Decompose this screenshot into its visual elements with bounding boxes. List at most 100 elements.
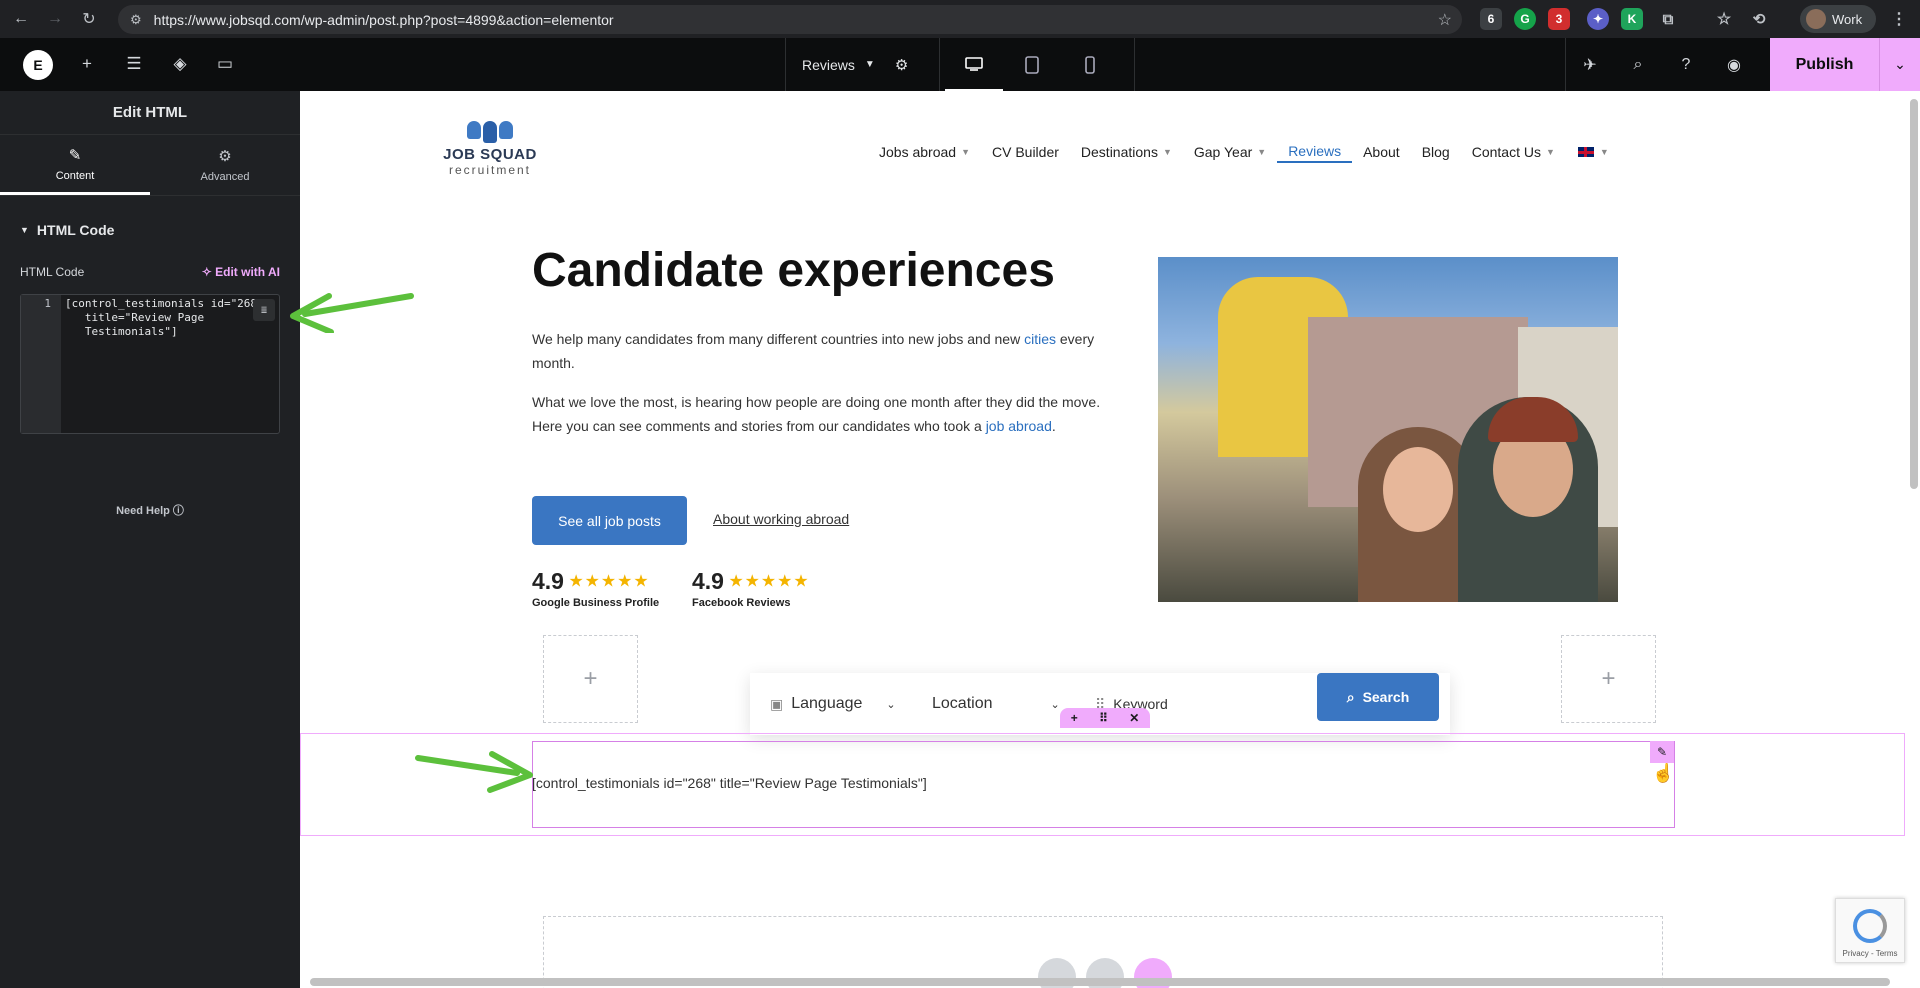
browser-menu-icon[interactable]: ⋮ (1888, 8, 1910, 30)
menu-item-reviews[interactable]: Reviews (1277, 141, 1353, 163)
editor-panel: Edit HTML ✎ Content ⚙ Advanced ▼ HTML Co… (0, 91, 300, 988)
edit-ai-label: Edit with AI (215, 265, 280, 279)
desktop-icon[interactable] (945, 38, 1003, 91)
elementor-logo-icon[interactable]: E (23, 50, 53, 80)
menu-label: Contact Us (1471, 144, 1541, 160)
add-element-icon[interactable]: + (75, 52, 99, 76)
mobile-icon[interactable] (1061, 38, 1119, 91)
star-rating-icon: ★★★★★ (728, 571, 810, 591)
tab-advanced-label: Advanced (200, 171, 250, 183)
page-selector[interactable]: Reviews ▼ ⚙ (785, 38, 940, 91)
notes-chat-icon[interactable]: ▭ (213, 52, 237, 76)
chevron-down-icon: ⌄ (886, 698, 896, 711)
location-select[interactable]: Location ⌄ (910, 673, 1085, 735)
preview-eye-icon[interactable]: ◉ (1710, 38, 1758, 91)
section-toggle[interactable]: ▼ HTML Code (20, 222, 300, 238)
logo-people-icon (440, 121, 540, 143)
recaptcha-text: Privacy - Terms (1842, 949, 1898, 958)
search-button-label: Search (1362, 689, 1410, 705)
grammarly-icon[interactable]: G (1514, 8, 1536, 30)
edit-widget-pencil-icon[interactable]: ✎ (1650, 741, 1674, 763)
menu-label: About (1363, 144, 1400, 160)
search-button[interactable]: ⌕ Search (1317, 673, 1439, 721)
reload-icon[interactable]: ↻ (76, 6, 102, 32)
extensions-puzzle-icon[interactable]: ⧉ (1657, 8, 1679, 30)
tablet-icon[interactable] (1003, 38, 1061, 91)
vertical-scrollbar[interactable] (1910, 99, 1918, 489)
editor-topbar: E + ☰ ◈ ▭ Reviews ▼ ⚙ ✈ ⌕ ? ◉ Publish ⌄ (0, 38, 1920, 91)
add-element-placeholder[interactable]: + (1561, 635, 1656, 723)
whats-new-rocket-icon[interactable]: ✈ (1566, 38, 1614, 91)
address-bar[interactable]: ⚙ https://www.jobsqd.com/wp-admin/post.p… (118, 5, 1462, 34)
profile-chip[interactable]: Work (1800, 5, 1876, 33)
site-settings-sliders-icon[interactable]: ☰ (122, 52, 146, 76)
logo-line2: recruitment (448, 163, 532, 177)
drag-handle-icon[interactable]: ⠿ (1099, 711, 1108, 725)
tab-content-label: Content (55, 169, 95, 182)
delete-section-icon[interactable]: ✕ (1129, 711, 1139, 725)
page-settings-gear-icon[interactable]: ⚙ (895, 56, 908, 74)
menu-label: CV Builder (991, 144, 1059, 160)
profile-label: Work (1832, 11, 1863, 27)
search-icon[interactable]: ⌕ (1614, 38, 1662, 91)
menu-item-blog[interactable]: Blog (1411, 141, 1461, 163)
facebook-rating: 4.9 ★★★★★ Facebook Reviews (692, 568, 810, 609)
mouse-cursor-icon: ☝ (1652, 763, 1675, 783)
caret-down-icon: ▼ (1257, 147, 1267, 157)
job-abroad-link[interactable]: job abroad (986, 418, 1052, 434)
section-handle[interactable]: + ⠿ ✕ (1060, 708, 1150, 728)
cities-link[interactable]: cities (1024, 331, 1056, 347)
add-element-placeholder[interactable]: + (543, 635, 638, 723)
menu-item-jobs-abroad[interactable]: Jobs abroad ▼ (868, 141, 981, 163)
add-section-icon[interactable]: + (1071, 711, 1078, 725)
extension-gear-icon[interactable]: ✦ (1587, 8, 1609, 30)
publish-options-chevron-icon[interactable]: ⌄ (1880, 38, 1920, 91)
publish-button[interactable]: Publish (1770, 38, 1880, 91)
about-working-abroad-link[interactable]: About working abroad (713, 511, 849, 527)
menu-item-gap-year[interactable]: Gap Year ▼ (1183, 141, 1277, 163)
caret-down-icon: ▼ (1545, 147, 1555, 157)
structure-layers-icon[interactable]: ◈ (168, 52, 192, 76)
menu-item-about[interactable]: About (1352, 141, 1411, 163)
intro-paragraph: We help many candidates from many differ… (532, 327, 1112, 375)
see-all-jobs-button[interactable]: See all job posts (532, 496, 687, 545)
rating-score: 4.9 (532, 568, 564, 594)
need-help-link[interactable]: Need Help ⓘ (0, 502, 300, 518)
help-icon[interactable]: ? (1662, 38, 1710, 91)
history-icon[interactable]: ⟲ (1748, 8, 1770, 30)
avatar (1806, 9, 1826, 29)
tab-advanced[interactable]: ⚙ Advanced (150, 135, 300, 195)
site-settings-icon[interactable]: ⚙ (130, 12, 142, 28)
bookmarks-icon[interactable]: ☆ (1713, 8, 1735, 30)
bookmark-star-icon[interactable]: ☆ (1438, 10, 1452, 30)
extension-k-icon[interactable]: K (1621, 8, 1643, 30)
uk-flag-icon (1576, 146, 1595, 158)
shortcode-text: [control_testimonials id="268" title="Re… (532, 775, 927, 791)
menu-item-contact-us[interactable]: Contact Us ▼ (1461, 141, 1566, 163)
forward-icon[interactable]: → (42, 6, 68, 32)
menu-item-destinations[interactable]: Destinations ▼ (1070, 141, 1183, 163)
calendar-extension-icon[interactable]: 3 (1548, 8, 1570, 30)
recaptcha-badge[interactable]: Privacy - Terms (1835, 898, 1905, 963)
html-code-editor[interactable]: 1 [control_testimonials id="268" title="… (20, 294, 280, 434)
edit-with-ai-button[interactable]: ✧ Edit with AI (202, 265, 280, 279)
menu-item-cv-builder[interactable]: CV Builder (981, 141, 1070, 163)
extension-puzzle-badge-icon[interactable]: 6 (1480, 8, 1502, 30)
tab-content[interactable]: ✎ Content (0, 135, 150, 195)
site-logo[interactable]: JOB SQUAD recruitment (440, 121, 540, 191)
need-help-label: Need Help (116, 505, 170, 517)
browser-toolbar: ← → ↻ ⚙ https://www.jobsqd.com/wp-admin/… (0, 0, 1920, 38)
caret-down-icon: ▼ (961, 147, 970, 157)
horizontal-scrollbar[interactable] (310, 978, 1890, 986)
menu-label: Reviews (1288, 143, 1342, 159)
panel-title: Edit HTML (0, 91, 300, 135)
language-select[interactable]: ▣ Language ⌄ (750, 673, 910, 735)
caret-down-icon: ▼ (1599, 147, 1609, 157)
chevron-down-icon: ▼ (864, 59, 875, 70)
dynamic-tags-icon[interactable]: ≣ (253, 299, 275, 321)
control-header: HTML Code ✧ Edit with AI (20, 265, 280, 279)
language-switcher[interactable]: ▼ (1566, 141, 1620, 163)
code-text[interactable]: [control_testimonials id="268" title="Re… (65, 297, 265, 339)
menu-label: Jobs abroad (879, 144, 957, 160)
back-icon[interactable]: ← (8, 6, 34, 32)
